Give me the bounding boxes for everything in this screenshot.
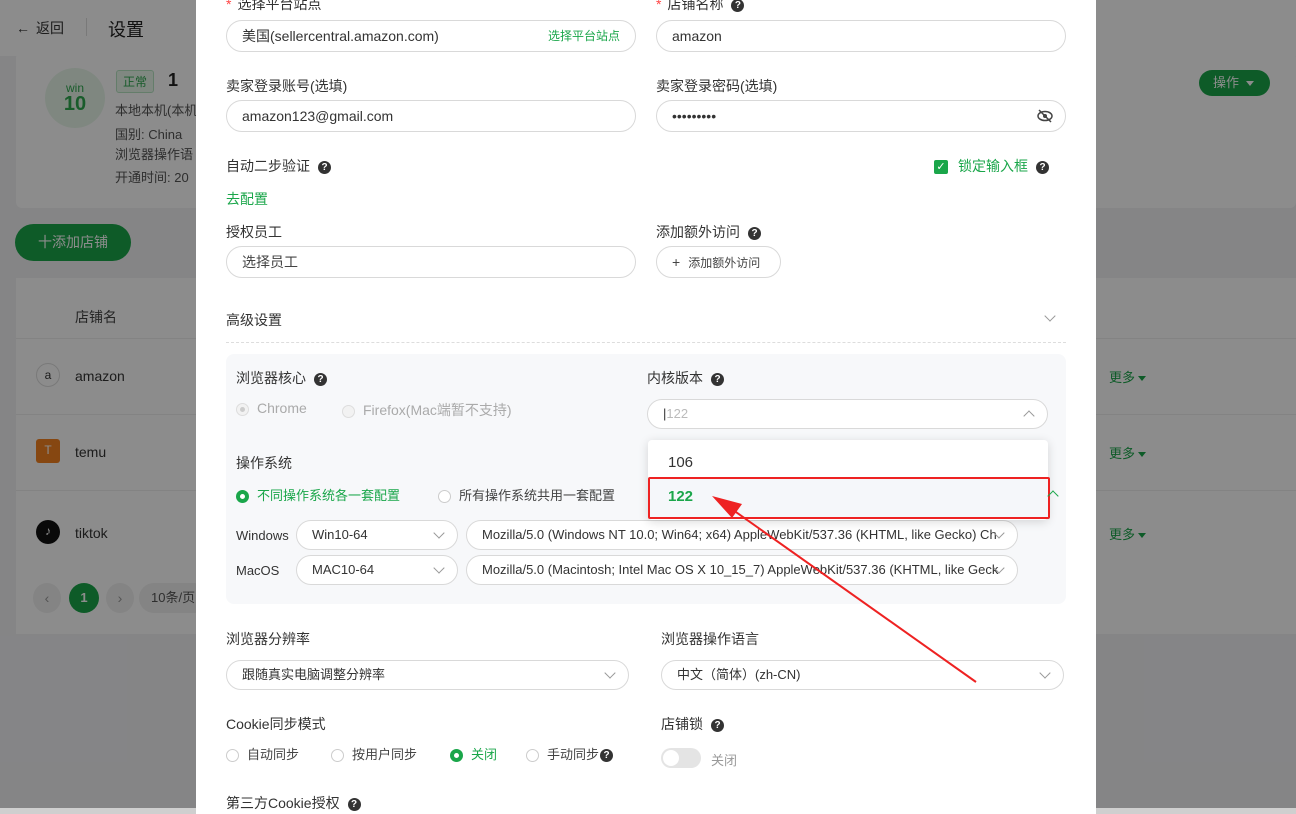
- arrow-head: [712, 496, 742, 518]
- annotation-arrow: [712, 496, 977, 683]
- arrow-line: [725, 504, 977, 683]
- shop-settings-modal: * 选择平台站点 美国(sellercentral.amazon.com) 选择平…: [196, 0, 1096, 814]
